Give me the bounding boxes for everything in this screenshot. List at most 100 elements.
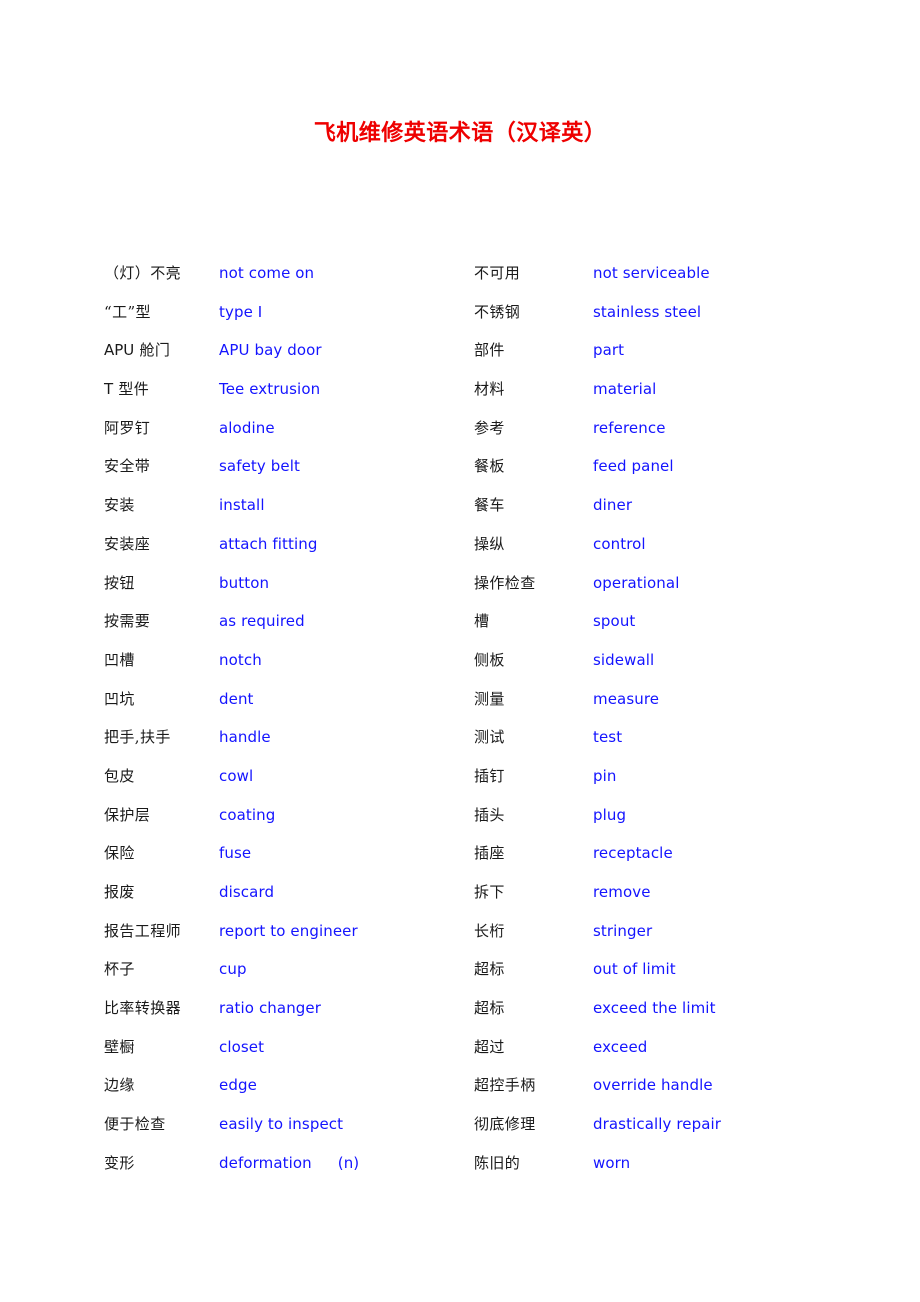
- glossary-entry: T 型件 Tee extrusion: [104, 378, 444, 417]
- glossary-entry: （灯）不亮 not come on: [104, 262, 444, 301]
- glossary-entry: 凹坑 dent: [104, 688, 444, 727]
- glossary-entry: 保险 fuse: [104, 842, 444, 881]
- term-english: easily to inspect: [219, 1115, 344, 1134]
- term-chinese: 超标: [474, 999, 505, 1018]
- term-chinese: 安装: [104, 496, 135, 515]
- term-english: coating: [219, 805, 276, 824]
- term-chinese: 保险: [104, 844, 135, 863]
- term-english: pin: [593, 766, 617, 785]
- term-chinese: 操作检查: [474, 573, 536, 592]
- term-chinese: 阿罗钉: [104, 418, 151, 437]
- term-english: closet: [219, 1037, 265, 1056]
- term-english: measure: [593, 689, 660, 708]
- glossary-entry: 超控手柄 override handle: [474, 1074, 804, 1113]
- term-chinese: 操纵: [474, 534, 505, 553]
- term-english: deformation (n): [219, 1153, 360, 1172]
- term-chinese: 安装座: [104, 534, 151, 553]
- term-chinese: 包皮: [104, 766, 135, 785]
- term-chinese: 边缘: [104, 1076, 135, 1095]
- term-english: handle: [219, 728, 271, 747]
- glossary-entry: 安装座 attach fitting: [104, 533, 444, 572]
- term-chinese: 比率转换器: [104, 999, 182, 1018]
- glossary-entry: 凹槽 notch: [104, 649, 444, 688]
- term-english: diner: [593, 496, 633, 515]
- term-chinese: 插座: [474, 844, 505, 863]
- term-english: button: [219, 573, 270, 592]
- glossary-entry: 插钉 pin: [474, 765, 804, 804]
- page-title: 飞机维修英语术语（汉译英）: [313, 120, 607, 146]
- glossary-entry: 比率转换器 ratio changer: [104, 997, 444, 1036]
- term-english: not serviceable: [593, 264, 710, 282]
- term-english: cowl: [219, 766, 254, 785]
- term-english: cup: [219, 960, 247, 979]
- term-english: operational: [593, 573, 680, 592]
- term-chinese: T 型件: [104, 380, 150, 399]
- glossary-entry: 餐板 feed panel: [474, 455, 804, 494]
- glossary-entry: 插头 plug: [474, 804, 804, 843]
- term-chinese: 餐车: [474, 496, 505, 515]
- glossary-entry: 侧板 sidewall: [474, 649, 804, 688]
- term-english: test: [593, 728, 623, 747]
- glossary-entry: 把手,扶手 handle: [104, 726, 444, 765]
- glossary-entry: 边缘 edge: [104, 1074, 444, 1113]
- glossary-entry: 安全带 safety belt: [104, 455, 444, 494]
- glossary-entry: 超标 exceed the limit: [474, 997, 804, 1036]
- term-english: stainless steel: [593, 302, 702, 321]
- term-english: edge: [219, 1076, 257, 1095]
- term-chinese: 陈旧的: [474, 1153, 521, 1172]
- term-chinese: 变形: [104, 1153, 135, 1172]
- term-english: drastically repair: [593, 1115, 722, 1134]
- term-chinese: APU 舱门: [104, 341, 171, 360]
- term-english: exceed the limit: [593, 999, 716, 1018]
- term-chinese: 超控手柄: [474, 1076, 536, 1095]
- term-chinese: “工”型: [104, 302, 151, 321]
- part-of-speech-tag: (n): [337, 1153, 360, 1172]
- term-english: dent: [219, 689, 254, 708]
- term-english: material: [593, 380, 657, 399]
- glossary-column-right: 不可用 not serviceable 不锈钢 stainless steel 部件 pa…: [474, 262, 804, 1191]
- term-english: fuse: [219, 844, 252, 863]
- glossary-entry: 测量 measure: [474, 688, 804, 727]
- glossary-entry: 安装 install: [104, 494, 444, 533]
- term-english: report to engineer: [219, 921, 358, 940]
- glossary-entry: 按钮 button: [104, 572, 444, 611]
- term-english: spout: [593, 612, 636, 631]
- glossary-entry: 报告工程师 report to engineer: [104, 920, 444, 959]
- term-english: part: [593, 341, 625, 360]
- term-english: out of limit: [593, 960, 676, 979]
- term-english: not come on: [219, 264, 315, 282]
- term-chinese: 彻底修理: [474, 1115, 536, 1134]
- term-chinese: 报告工程师: [104, 921, 182, 940]
- term-chinese: 按钮: [104, 573, 135, 592]
- term-latin-run: APU: [104, 341, 135, 360]
- term-english: APU bay door: [219, 341, 322, 360]
- term-english: override handle: [593, 1076, 713, 1095]
- term-english: exceed: [593, 1037, 648, 1056]
- glossary-entry: 变形 deformation (n): [104, 1152, 444, 1191]
- glossary-entry: 部件 part: [474, 339, 804, 378]
- term-chinese: 不可用: [474, 264, 521, 282]
- term-chinese: 超过: [474, 1037, 505, 1056]
- glossary-entry: 操作检查 operational: [474, 572, 804, 611]
- glossary-entry: 超过 exceed: [474, 1036, 804, 1075]
- term-english: control: [593, 534, 646, 553]
- term-chinese: 插钉: [474, 766, 505, 785]
- glossary-entry: “工”型 type I: [104, 301, 444, 340]
- glossary-entry: 按需要 as required: [104, 610, 444, 649]
- term-chinese: 部件: [474, 341, 505, 360]
- term-latin-run: T: [104, 380, 114, 399]
- glossary-entry: 壁橱 closet: [104, 1036, 444, 1075]
- glossary-entry: 不可用 not serviceable: [474, 262, 804, 301]
- term-chinese: 凹坑: [104, 689, 135, 708]
- term-english: attach fitting: [219, 534, 318, 553]
- glossary-entry: 阿罗钉 alodine: [104, 417, 444, 456]
- term-chinese: 插头: [474, 805, 505, 824]
- glossary-entry: 材料 material: [474, 378, 804, 417]
- term-chinese: 把手,扶手: [104, 728, 171, 747]
- term-english: notch: [219, 650, 262, 669]
- document-page: 飞机维修英语术语（汉译英） （灯）不亮 not come on “工”型 type I…: [0, 0, 920, 1302]
- term-chinese: 壁橱: [104, 1037, 135, 1056]
- glossary-entry: 餐车 diner: [474, 494, 804, 533]
- term-chinese: 安全带: [104, 457, 151, 476]
- term-chinese: 凹槽: [104, 650, 135, 669]
